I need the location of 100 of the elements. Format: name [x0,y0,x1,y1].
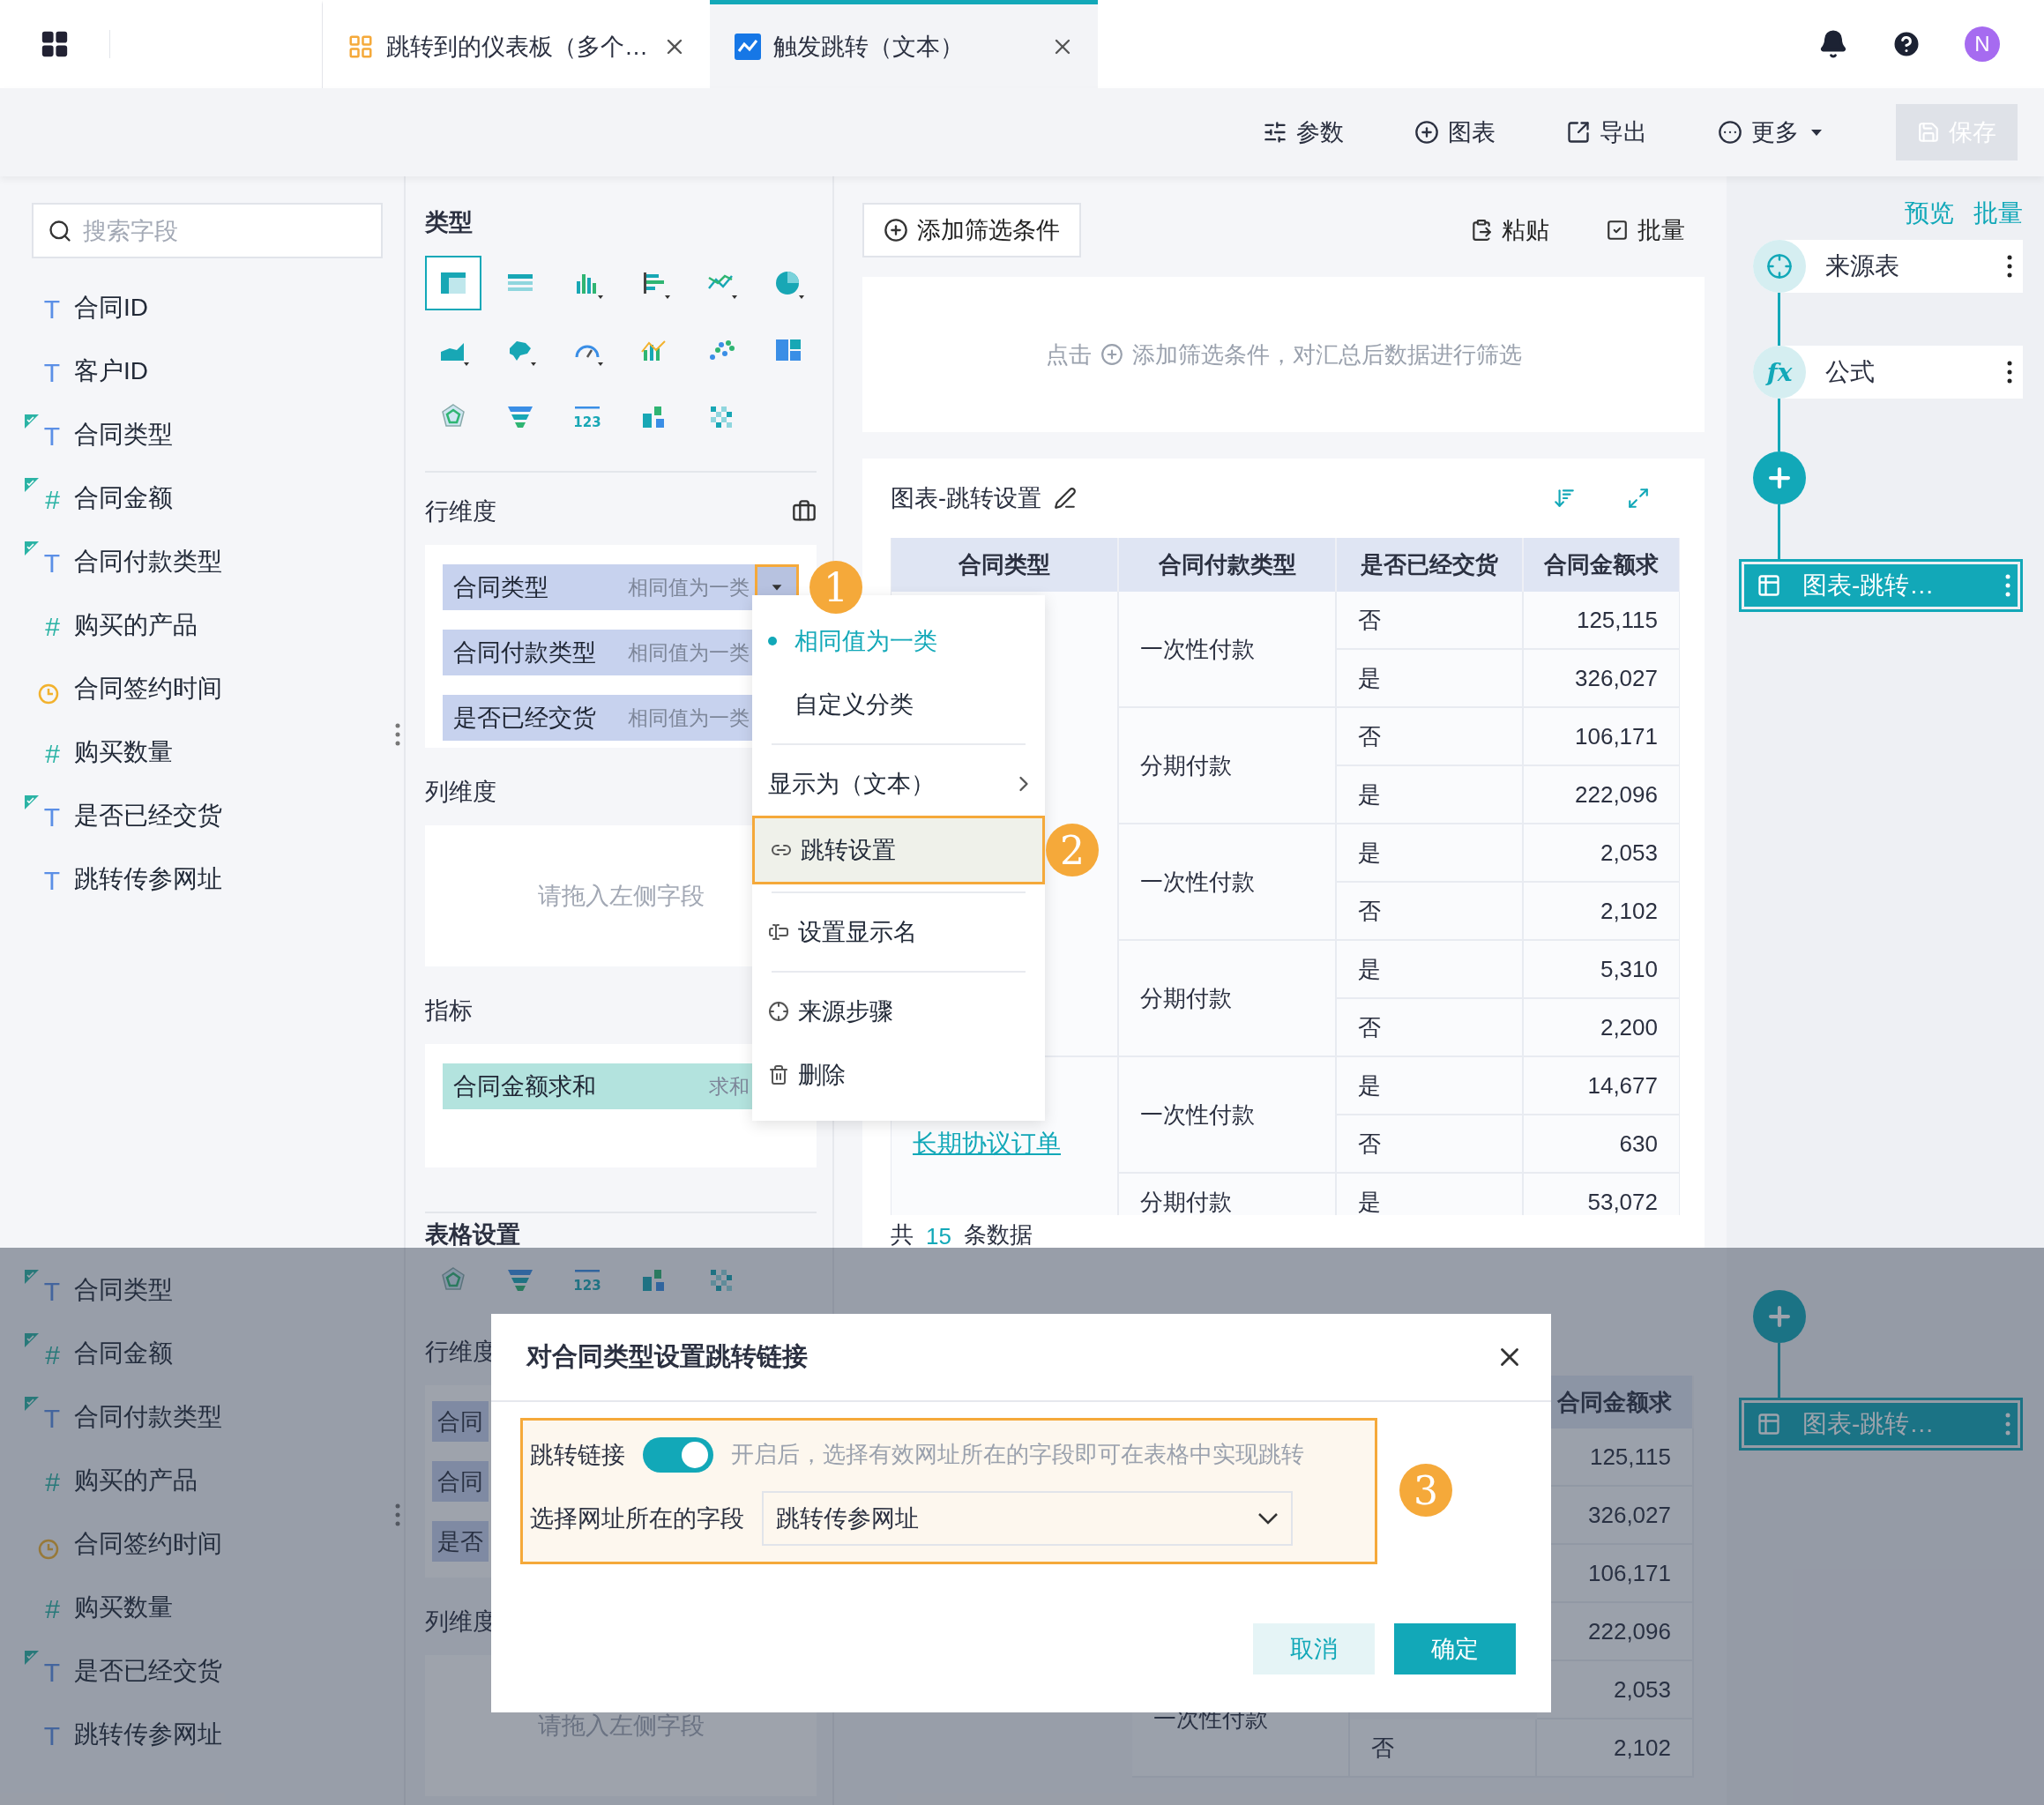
flow-node[interactable]: fx 公式 [1753,346,2023,399]
add-step-button[interactable] [1753,451,1806,504]
section-title: 指标 [425,996,473,1026]
table-cell: 是 [1337,941,1524,999]
field-label: 跳转链接 [530,1440,625,1470]
edit-icon[interactable] [1054,487,1077,510]
save-icon [1917,121,1940,144]
field-item[interactable]: # 合同金额 [25,1322,383,1385]
table-cell: 222,096 [1524,766,1680,824]
chart-title: 图表-跳转设置 [891,484,1041,513]
step-badge: 3 [1399,1464,1452,1517]
bell-icon[interactable] [1818,29,1848,59]
table-icon [1757,573,1781,598]
table-cell: 2,053 [1524,824,1680,883]
metric-pill[interactable]: 合同金额求和 求和 [443,1063,755,1109]
drag-handle-icon[interactable] [395,1503,400,1526]
field-item[interactable]: T 合同类型 [25,403,383,466]
field-item[interactable]: T 合同付款类型 [25,1385,383,1449]
column-header: 合同类型 [891,538,1119,592]
table-icon [1757,1412,1781,1436]
table-cell: 2,200 [1524,999,1680,1057]
field-item[interactable]: # 购买数量 [25,1576,383,1639]
dimension-pill[interactable]: 是否 [432,1521,489,1562]
field-item[interactable]: T 合同类型 [25,1258,383,1322]
add-step-button[interactable] [1753,1290,1806,1343]
field-type-icon: T [25,859,63,899]
dimension-pill[interactable]: 合同 [432,1461,489,1502]
menu-item[interactable]: 删除 [752,1043,1045,1107]
field-item[interactable]: # 购买的产品 [25,593,383,657]
table-cell: 否 [1337,708,1524,766]
kebab-icon[interactable] [2007,361,2012,384]
toolbar-button[interactable]: 参数 [1236,108,1370,157]
table-cell: 125,115 [1524,592,1680,650]
dimension-pill[interactable]: 合同付款类型 相同值为一类 [443,630,755,675]
section-title: 行维度 [425,497,496,526]
toolbar-button[interactable]: 导出 [1540,108,1674,157]
field-item[interactable]: # 合同金额 [25,466,383,530]
plus-circle-icon [1414,120,1439,145]
column-header: 合同付款类型 [1119,538,1337,592]
plus-circle-icon [884,218,908,242]
table-cell: 53,072 [1524,1174,1680,1215]
formula-icon: fx [1753,346,1806,399]
section-title: 类型 [425,208,473,237]
toolbar-button[interactable]: 粘贴 [1451,214,1569,246]
table-cell: 是 [1337,650,1524,708]
select-field[interactable]: 跳转传参网址 [762,1490,1293,1546]
menu-item[interactable]: 自定义分类 [752,673,1045,736]
field-item[interactable]: T 是否已经交货 [25,1639,383,1703]
table-cell: 是 [1337,1174,1524,1215]
field-type-icon: T [25,351,63,392]
field-item[interactable]: T 合同ID [25,276,383,339]
field-item[interactable]: # 购买的产品 [25,1449,383,1512]
toggle-switch[interactable] [643,1436,713,1473]
expand-icon[interactable] [1627,487,1650,510]
app-grid-icon[interactable] [40,29,70,59]
toolbar-button[interactable]: 图表 [1388,108,1522,157]
clock-icon [37,682,60,705]
briefcase-icon[interactable] [792,499,817,524]
field-item[interactable]: T 合同付款类型 [25,530,383,593]
toolbar-button[interactable]: 批量 [1586,214,1705,246]
footer-text: 条数据 [963,1220,1033,1248]
table-cell: 是 [1337,1057,1524,1115]
target-icon [1766,253,1793,280]
paste-icon [1470,219,1493,242]
kebab-icon[interactable] [2007,255,2012,278]
more-icon [1718,120,1742,145]
column-header: 合同金额求 [1524,538,1680,592]
menu-item[interactable]: 显示为（文本） [752,752,1045,816]
field-type-icon: # [25,732,63,772]
dimension-pill[interactable]: 是否已经交货 相同值为一类 [443,695,755,741]
table-cell: 分期付款 [1119,708,1337,824]
field-item[interactable]: T 跳转传参网址 [25,1703,383,1766]
checkbox-icon [1606,219,1629,242]
drag-handle-icon[interactable] [395,723,400,746]
dimension-pill[interactable]: 合同类型 相同值为一类 [443,564,799,610]
table-cell: 5,310 [1524,941,1680,999]
table-cell: 106,171 [1524,708,1680,766]
dimension-pill[interactable]: 合同 [432,1401,489,1442]
menu-item[interactable]: 来源步骤 [752,980,1045,1043]
field-item[interactable]: T 是否已经交货 [25,784,383,847]
sort-icon[interactable] [1553,487,1576,510]
table-cell: 14,677 [1524,1057,1680,1115]
field-item[interactable]: # 购买数量 [25,720,383,784]
table-cell: 否 [1337,1115,1524,1174]
flow-node[interactable]: 来源表 [1753,240,2023,293]
table-cell: 一次性付款 [1119,592,1337,708]
tab[interactable]: 触发跳转（文本） [710,0,1098,88]
field-item[interactable]: T 跳转传参网址 [25,847,383,911]
table-cell: 326,027 [1524,650,1680,708]
field-item[interactable]: 合同签约时间 [25,1512,383,1576]
field-item[interactable]: T 客户ID [25,339,383,403]
table-cell: 否 [1350,1719,1537,1778]
toolbar-button[interactable]: 更多 [1691,108,1852,157]
table-cell: 2,102 [1524,883,1680,941]
line-chart-icon [735,33,761,60]
add-filter-button[interactable]: 添加筛选条件 [862,203,1081,257]
hint-text: 开启后，选择有效网址所在的字段即可在表格中实现跳转 [731,1440,1304,1469]
user-avatar[interactable]: N [1965,26,2000,62]
field-type-icon: # [25,1460,63,1501]
field-item[interactable]: 合同签约时间 [25,657,383,720]
